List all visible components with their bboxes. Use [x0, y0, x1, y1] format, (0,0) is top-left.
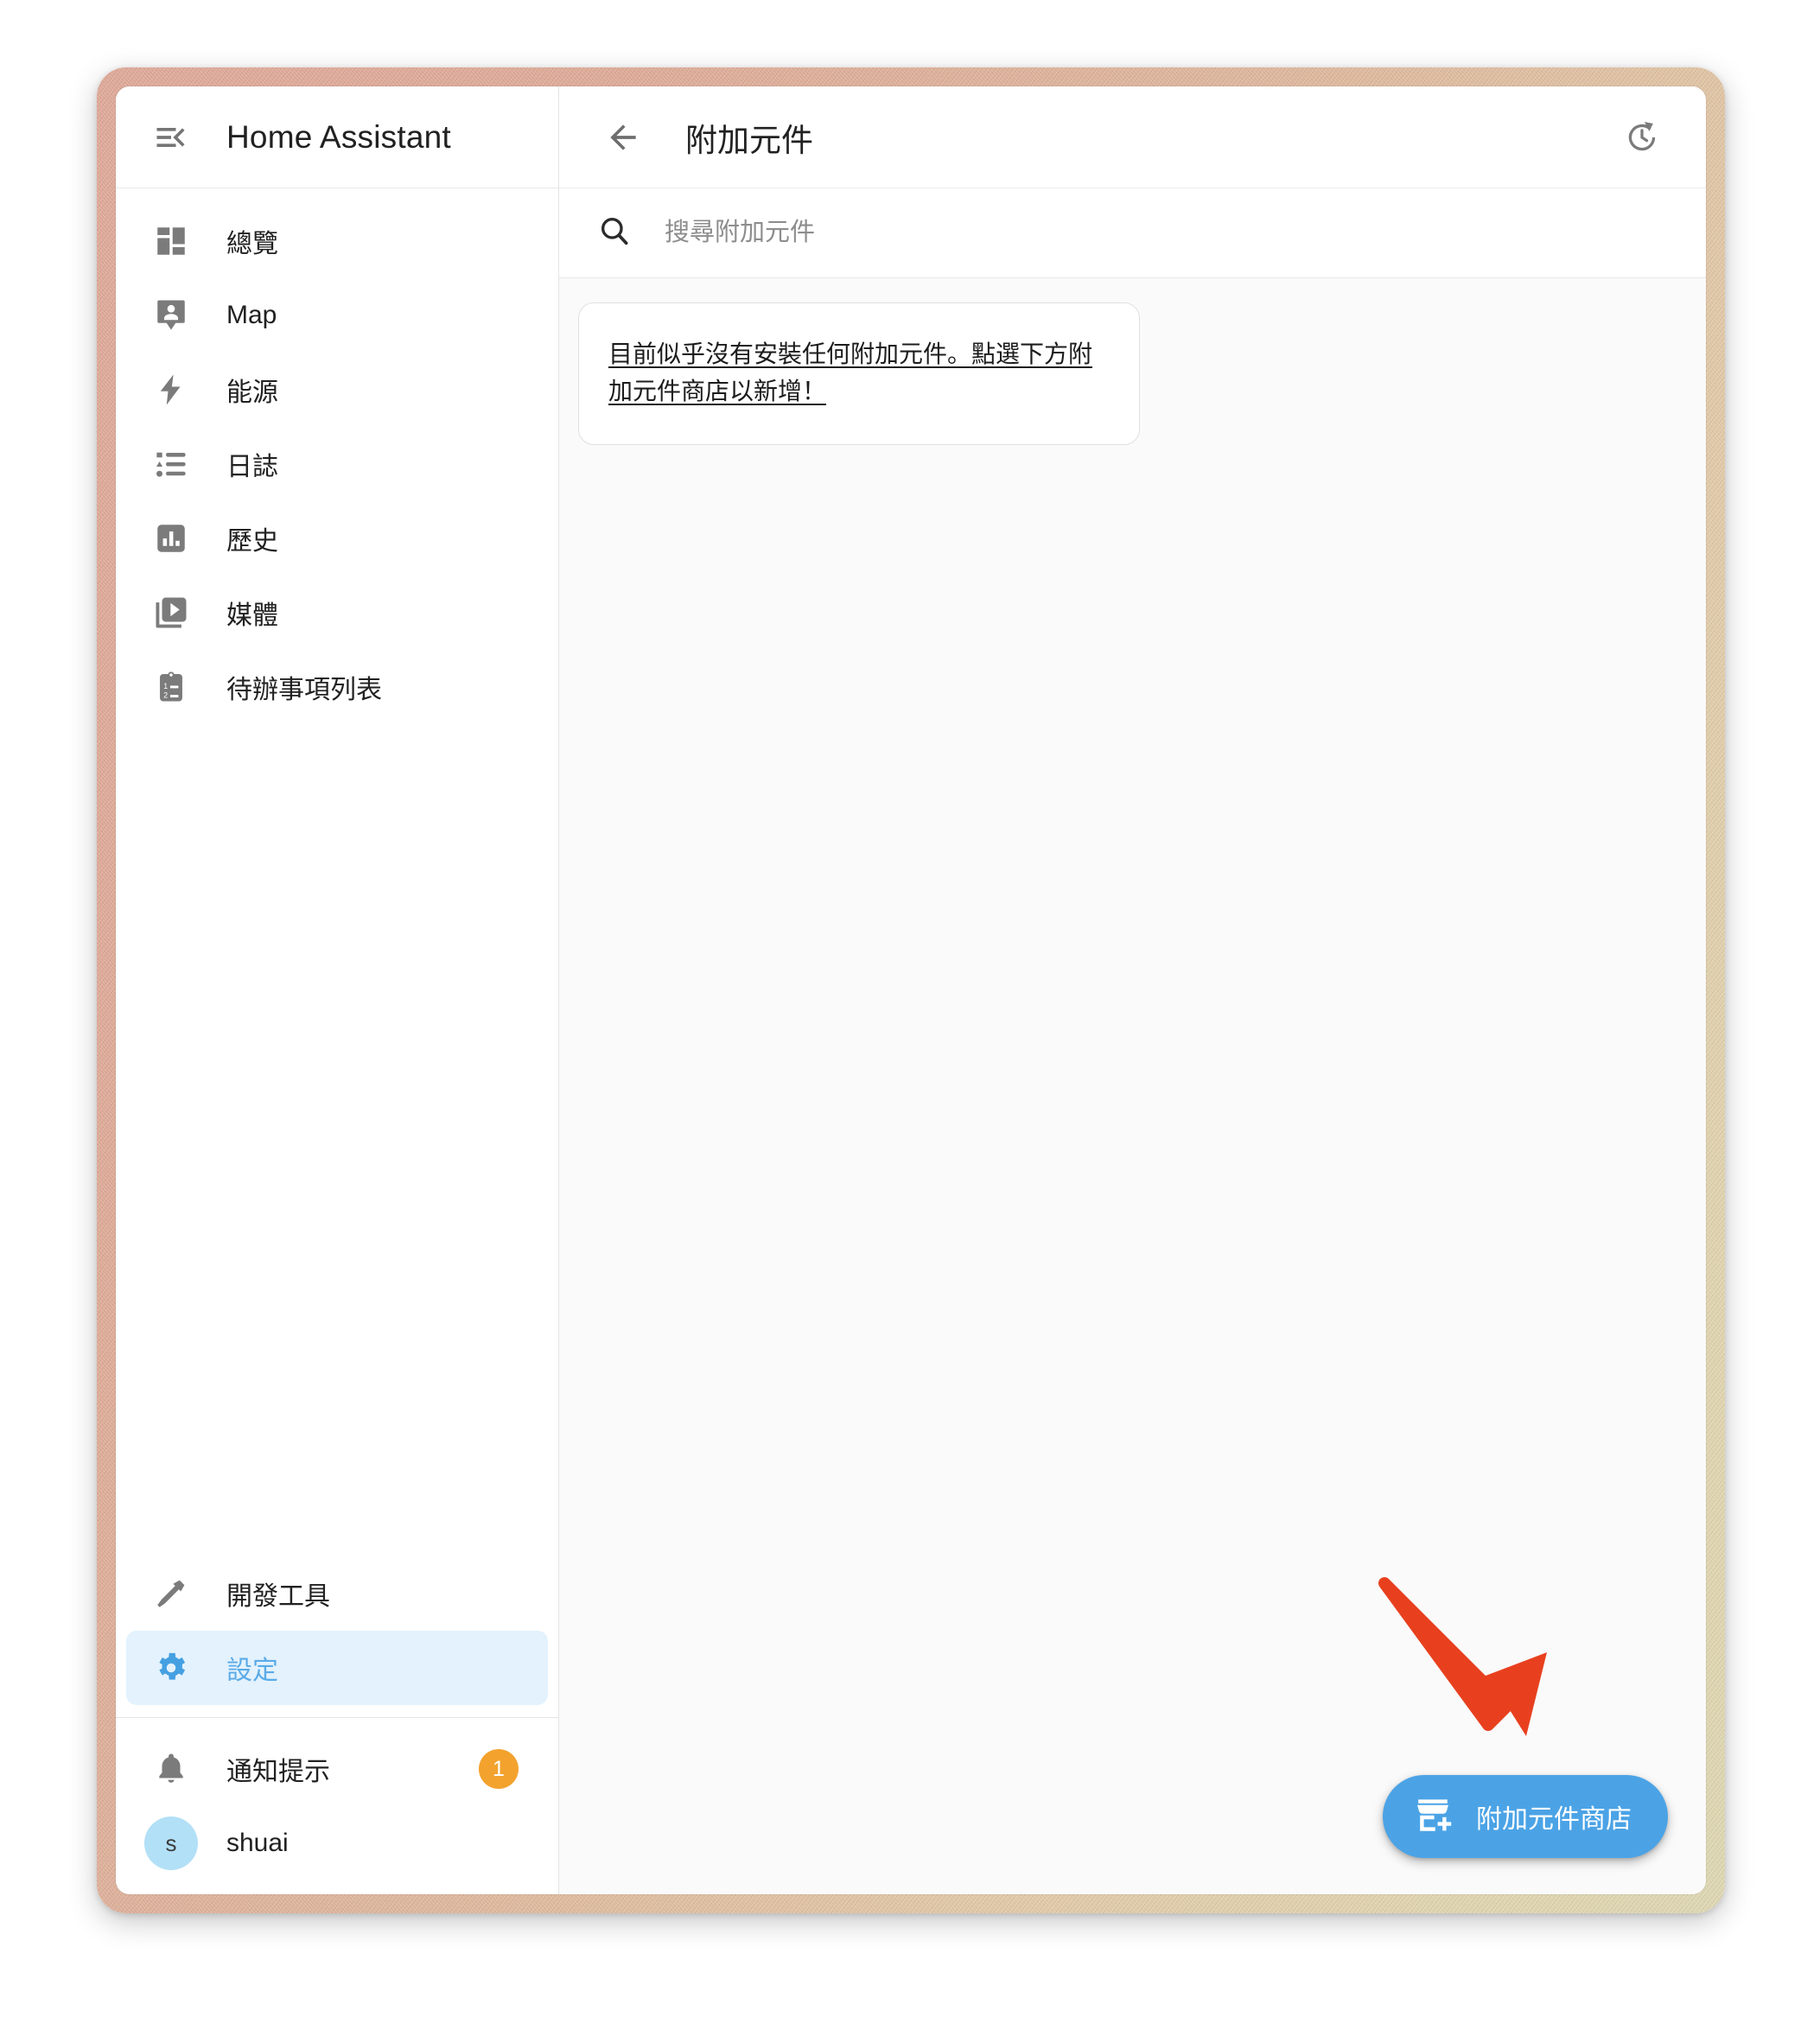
sidebar-item-label: 總覽 [226, 230, 278, 258]
addon-store-button[interactable]: 附加元件商店 [1383, 1775, 1668, 1858]
avatar: s [138, 1817, 204, 1870]
view-dashboard-icon [138, 223, 204, 259]
sidebar-item-notifications[interactable]: 通知提示 1 [126, 1732, 548, 1806]
search-input[interactable] [663, 218, 1524, 248]
svg-text:1: 1 [163, 682, 168, 690]
user-name-label: shuai [226, 1829, 289, 1857]
sidebar-item-label: 開發工具 [226, 1582, 330, 1611]
clipboard-list-icon: 1 2 [138, 669, 204, 705]
store-plus-icon [1412, 1794, 1454, 1840]
avatar-initial: s [144, 1817, 198, 1870]
sidebar-header: Home Assistant [116, 86, 558, 188]
empty-state-card: 目前似乎沒有安裝任何附加元件。點選下方附加元件商店以新增！ [578, 302, 1140, 446]
sidebar-item-overview[interactable]: 總覽 [126, 204, 548, 278]
sidebar-item-label: 待辦事項列表 [226, 676, 382, 704]
sidebar-item-label: 日誌 [226, 453, 278, 481]
sidebar-item-label: 媒體 [226, 601, 278, 630]
sidebar-item-logbook[interactable]: 日誌 [126, 427, 548, 501]
search-icon [597, 213, 632, 252]
empty-state-message[interactable]: 目前似乎沒有安裝任何附加元件。點選下方附加元件商店以新增！ [608, 336, 1110, 410]
toolbar: 附加元件 [559, 86, 1706, 188]
page-title: 附加元件 [685, 122, 813, 158]
sidebar-item-settings[interactable]: 設定 [126, 1631, 548, 1705]
sidebar-item-label: Map [226, 301, 277, 329]
search-bar[interactable] [559, 188, 1706, 278]
sidebar-item-label: 通知提示 [226, 1758, 330, 1786]
arrow-left-icon[interactable] [590, 105, 656, 170]
sidebar-item-energy[interactable]: 能源 [126, 353, 548, 427]
sidebar-item-todo[interactable]: 1 2 待辦事項列表 [126, 650, 548, 724]
app-window: Home Assistant 總覽 Map 能源 日誌 歷史 媒體 1 2 待辦… [116, 86, 1706, 1894]
sidebar-item-user-profile[interactable]: s shuai [126, 1806, 548, 1880]
addon-store-label: 附加元件商店 [1476, 1805, 1632, 1834]
addon-list-area: 目前似乎沒有安裝任何附加元件。點選下方附加元件商店以新增！ 附加元件商店 [559, 278, 1706, 1894]
sidebar-item-label: 能源 [226, 379, 278, 407]
hammer-icon [138, 1575, 204, 1612]
main-content: 附加元件 搜尋附加元件 目前似乎沒有安裝任何附加元件。點選下方附加元件商店以新增… [559, 86, 1706, 1894]
sidebar-item-label: 設定 [226, 1657, 278, 1685]
sidebar-item-label: 歷史 [226, 527, 278, 556]
menu-collapse-icon[interactable] [138, 105, 204, 170]
cog-icon [138, 1650, 204, 1686]
pointer-arrow-icon [1378, 1577, 1547, 1736]
update-clock-icon[interactable] [1609, 105, 1675, 170]
sidebar-bottom-section: 開發工具 設定 通知提示 1 s shuai [116, 1556, 558, 1894]
map-marker-account-icon [138, 297, 204, 334]
chart-box-icon [138, 520, 204, 557]
sidebar: Home Assistant 總覽 Map 能源 日誌 歷史 媒體 1 2 待辦… [116, 86, 559, 1894]
sidebar-nav-list: 總覽 Map 能源 日誌 歷史 媒體 1 2 待辦事項列表 [116, 188, 558, 1556]
sidebar-item-map[interactable]: Map [126, 278, 548, 353]
sidebar-app-title: Home Assistant [226, 118, 451, 155]
notification-badge: 1 [479, 1749, 519, 1789]
sidebar-divider [116, 1717, 558, 1718]
bell-icon [138, 1751, 204, 1787]
sidebar-item-developer-tools[interactable]: 開發工具 [126, 1556, 548, 1631]
svg-text:2: 2 [163, 691, 168, 700]
sidebar-item-media[interactable]: 媒體 [126, 576, 548, 650]
format-list-bulleted-type-icon [138, 446, 204, 482]
window-frame: Home Assistant 總覽 Map 能源 日誌 歷史 媒體 1 2 待辦… [97, 67, 1725, 1913]
play-box-multiple-icon [138, 595, 204, 631]
lightning-bolt-icon [138, 372, 204, 408]
sidebar-item-history[interactable]: 歷史 [126, 501, 548, 576]
